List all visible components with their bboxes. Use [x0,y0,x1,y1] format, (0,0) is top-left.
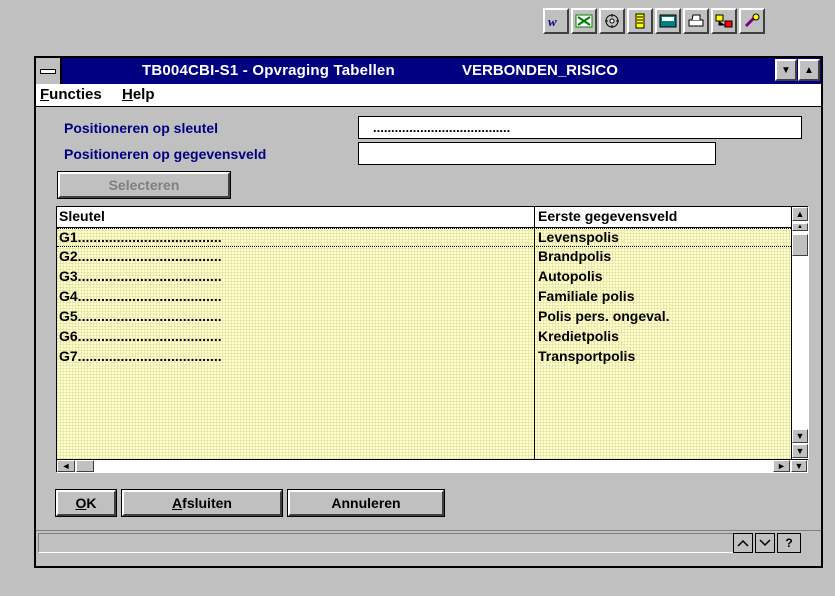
value-cell: Levenspolis [538,229,619,245]
horizontal-scrollbar[interactable]: ◄ ► ▼ [57,459,808,473]
key-cell: G5..................................... [59,308,222,324]
minimize-button[interactable]: ▼ [775,59,797,81]
notepad-icon[interactable] [627,8,653,34]
svg-text:w: w [548,14,557,29]
network-icon[interactable] [711,8,737,34]
scroll-up-small-button[interactable]: ▲ [792,223,808,231]
printer-icon[interactable] [683,8,709,34]
value-cell: Familiale polis [538,288,635,304]
key-cell: G1..................................... [59,229,222,245]
header-eerste-gegevensveld: Eerste gegevensveld [538,208,678,224]
arrow-right-icon: ► [777,461,786,471]
scroll-down-button[interactable]: ▼ [792,444,808,458]
value-cell: Transportpolis [538,348,636,364]
prev-button[interactable] [733,533,753,553]
main-window: TB004CBI-S1 - Opvraging Tabellen VERBOND… [34,56,823,568]
value-cell: Brandpolis [538,248,612,264]
menu-functies[interactable]: Functies [40,86,102,103]
arrow-up-icon: ▲ [795,209,805,219]
ok-button[interactable]: OK [55,489,117,517]
menu-help[interactable]: Help [122,86,155,103]
arrow-up-small-icon: ▲ [797,224,803,230]
arrow-left-icon: ◄ [61,461,71,471]
scroll-end-button[interactable]: ▼ [791,460,807,472]
key-input[interactable]: ...................................... [358,116,802,139]
excel-icon[interactable] [571,8,597,34]
vertical-scroll-thumb[interactable] [792,234,808,256]
horizontal-scroll-thumb[interactable] [76,460,94,472]
chevron-up-icon [737,539,749,547]
table-grid: Sleutel Eerste gegevensveld G1..........… [56,206,809,473]
arrow-down-icon: ▼ [795,446,805,456]
scroll-down-small-button[interactable]: ▼ [792,429,808,443]
calculator-icon[interactable] [655,8,681,34]
triangle-down-icon: ▼ [781,64,791,76]
key-cell: G2..................................... [59,248,222,264]
key-cell: G6..................................... [59,328,222,344]
menu-bar: Functies Help [36,84,821,107]
title-bar: TB004CBI-S1 - Opvraging Tabellen VERBOND… [36,58,821,84]
status-message [38,533,740,553]
tools-icon[interactable] [739,8,765,34]
key-cell: G3..................................... [59,268,222,284]
top-toolbar: w [543,8,767,34]
vertical-scrollbar[interactable]: ▲ ▲ ▼ ▼ [791,207,809,459]
triangle-up-icon: ▲ [804,64,814,76]
data-field-label: Positioneren op gegevensveld [64,146,267,162]
maximize-button[interactable]: ▲ [798,59,820,81]
column-separator[interactable] [534,207,535,459]
status-bar: ? [36,530,821,553]
chevron-down-icon [759,539,771,547]
table-name: VERBONDEN_RISICO [462,62,618,79]
scroll-left-button[interactable]: ◄ [57,460,75,472]
scroll-right-button[interactable]: ► [773,460,790,472]
value-cell: Autopolis [538,268,603,284]
arrow-down-icon: ▼ [794,461,804,471]
key-label: Positioneren op sleutel [64,120,219,136]
key-cell: G7..................................... [59,348,222,364]
key-cell: G4..................................... [59,288,222,304]
system-menu-icon[interactable] [36,58,62,84]
window-title: TB004CBI-S1 - Opvraging Tabellen [142,62,395,79]
select-button[interactable]: Selecteren [57,171,231,199]
cancel-button[interactable]: Annuleren [287,489,445,517]
next-button[interactable] [755,533,775,553]
gear-icon[interactable] [599,8,625,34]
scroll-up-button[interactable]: ▲ [792,207,808,221]
table-body: G1..................................... … [57,228,791,459]
table-header: Sleutel Eerste gegevensveld [57,207,791,228]
arrow-down-small-icon: ▼ [795,431,805,441]
data-field-input[interactable] [358,142,716,165]
word-icon[interactable]: w [543,8,569,34]
help-button[interactable]: ? [777,533,801,553]
header-sleutel: Sleutel [59,208,105,224]
close-button[interactable]: Afsluiten [121,489,283,517]
value-cell: Polis pers. ongeval. [538,308,670,324]
value-cell: Kredietpolis [538,328,619,344]
